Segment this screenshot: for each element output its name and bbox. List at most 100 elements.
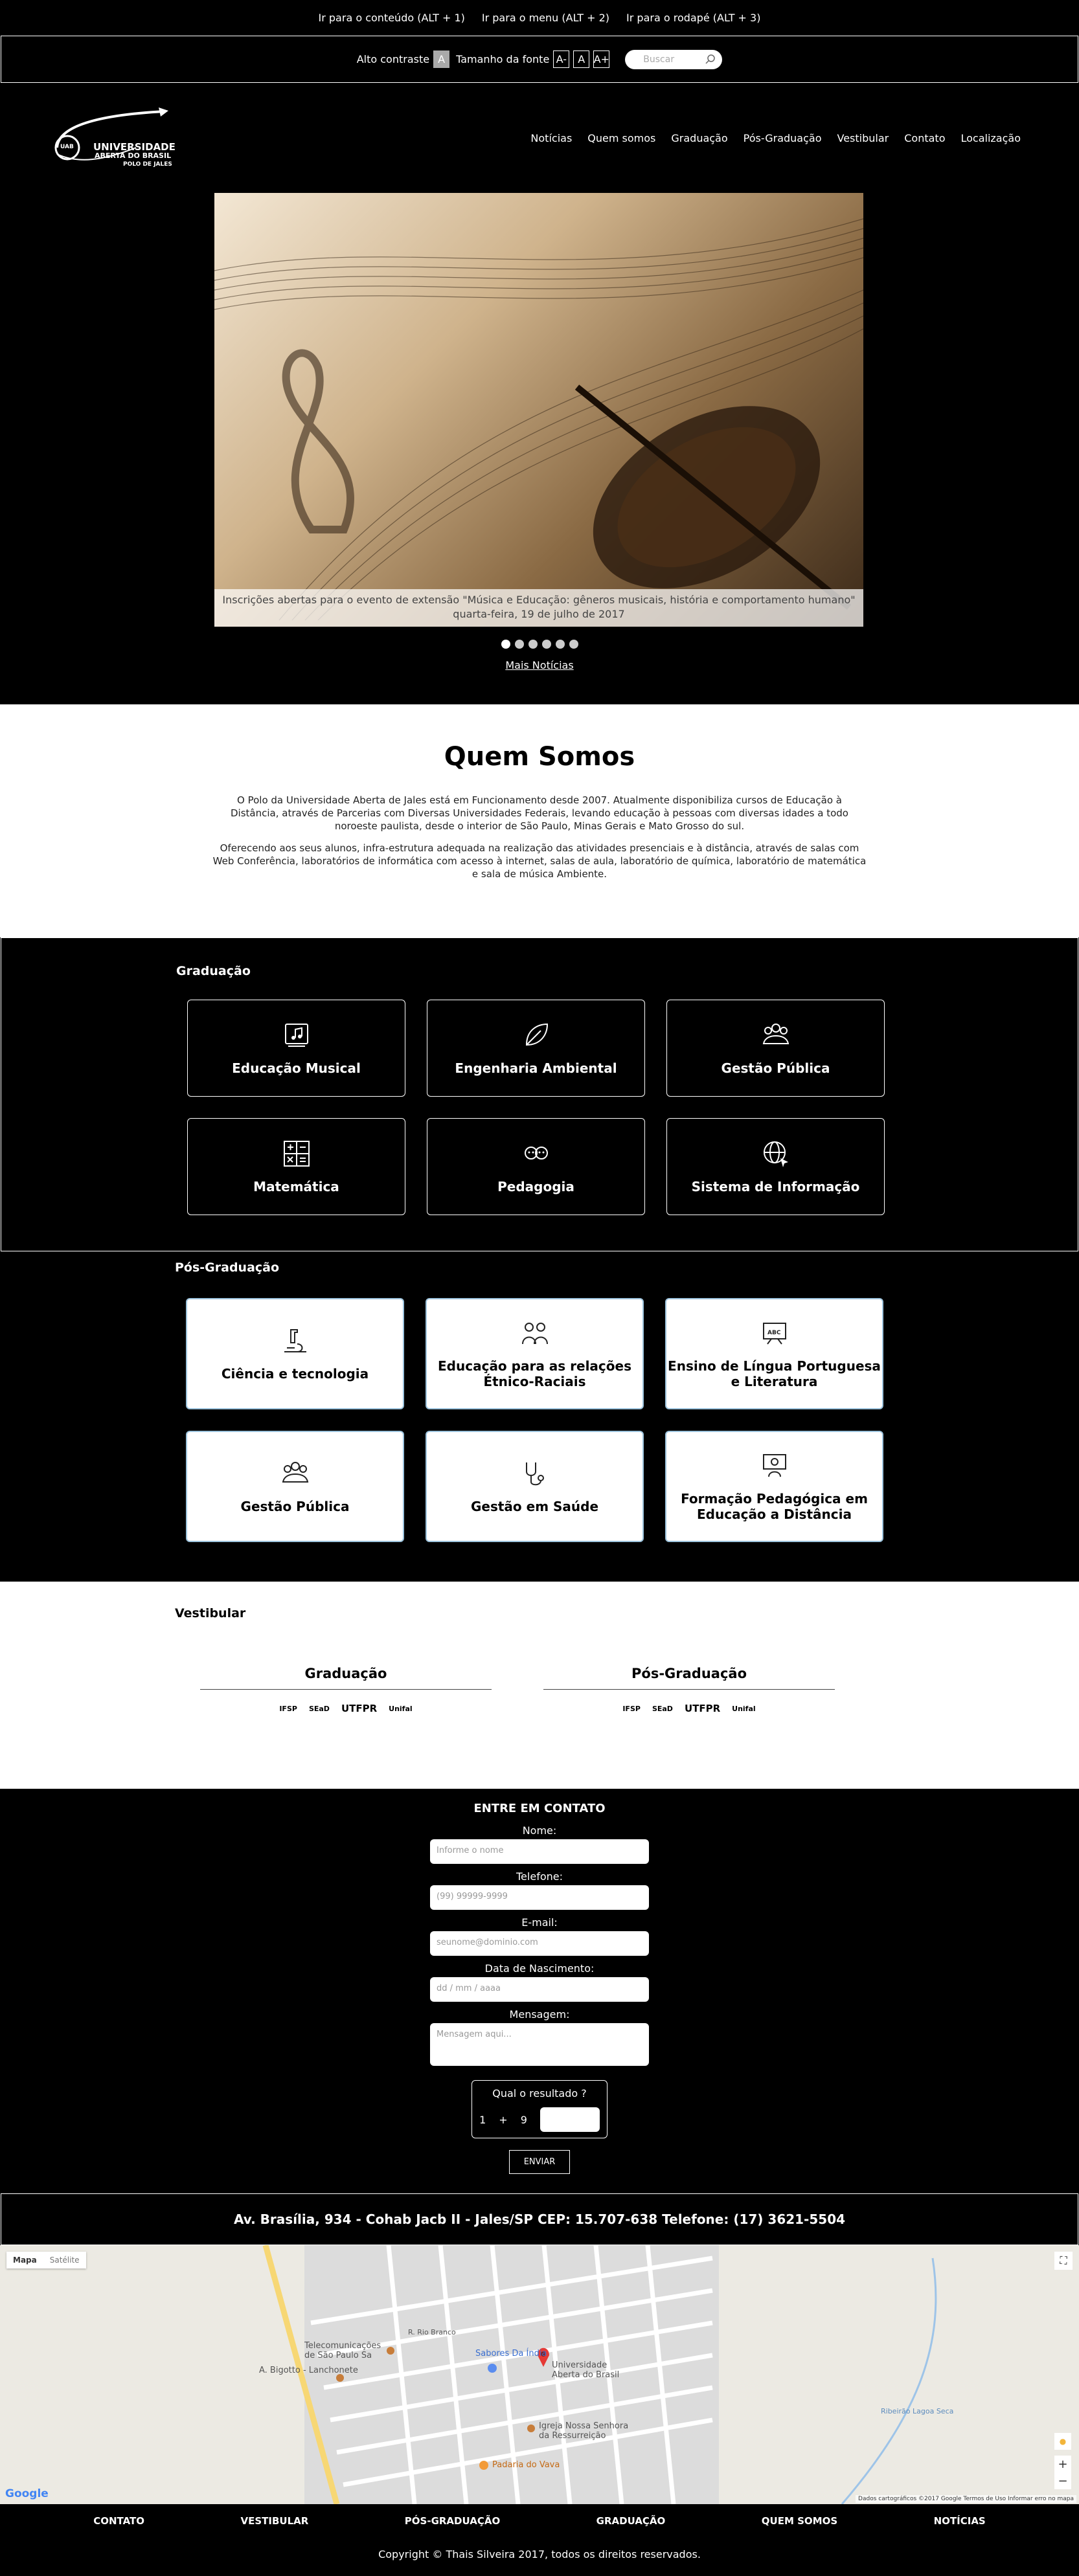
slider-dot[interactable]	[569, 640, 578, 649]
vestibular-title: Vestibular	[175, 1606, 246, 1620]
course-label: Ensino de Língua Portuguesa e Literatura	[668, 1358, 881, 1389]
graduacao-course-card[interactable]: Sistema de Informação	[666, 1118, 885, 1215]
email-input[interactable]: seunome@dominio.com	[430, 1931, 649, 1956]
nav-quem-somos[interactable]: Quem somos	[587, 132, 655, 144]
course-label: Engenharia Ambiental	[455, 1060, 617, 1076]
course-label: Matemática	[253, 1179, 339, 1194]
ifsp-logo: IFSP	[279, 1704, 297, 1713]
graduacao-course-card[interactable]: Matemática	[187, 1118, 405, 1215]
sead-logo: SEaD	[652, 1704, 673, 1713]
captcha-title: Qual o resultado ?	[492, 2087, 587, 2100]
pos-course-card[interactable]: Formação Pedagógica em Educação a Distân…	[665, 1431, 883, 1542]
google-map[interactable]: Mapa Satélite Telecomunicações de São Pa…	[0, 2245, 1079, 2504]
course-label: Pedagogia	[497, 1179, 574, 1194]
slider-dot[interactable]	[514, 640, 524, 649]
globe-cursor-icon	[763, 1141, 788, 1167]
children-icon	[524, 1147, 548, 1159]
copyright: Copyright © Thais Silveira 2017, todos o…	[378, 2548, 701, 2560]
font-increase-button[interactable]: A+	[593, 50, 610, 68]
fullscreen-icon[interactable]: ⛶	[1054, 2252, 1073, 2270]
nav-pos-graduacao[interactable]: Pós-Graduação	[744, 132, 822, 144]
vestibular-pos-title: Pós-Graduação	[543, 1666, 835, 1690]
nav-vestibular[interactable]: Vestibular	[837, 132, 889, 144]
font-reset-button[interactable]: A	[573, 50, 590, 68]
graduacao-course-card[interactable]: Gestão Pública	[666, 1000, 885, 1097]
slider-dot[interactable]	[528, 640, 538, 649]
footer-nav: CONTATO VESTIBULAR PÓS-GRADUAÇÃO GRADUAÇ…	[0, 2504, 1079, 2538]
utfpr-logo: UTFPR	[341, 1703, 378, 1714]
pos-course-card[interactable]: ABC Ensino de Língua Portuguesa e Literat…	[665, 1298, 883, 1409]
phone-input[interactable]: (99) 99999-9999	[430, 1885, 649, 1910]
footer-link-pos-graduacao[interactable]: PÓS-GRADUAÇÃO	[405, 2515, 500, 2527]
map-label-igreja[interactable]: Igreja Nossa Senhora da Ressurreição	[539, 2421, 636, 2441]
skip-to-content-link[interactable]: Ir para o conteúdo (ALT + 1)	[315, 9, 469, 27]
phone-label: Telefone:	[516, 1870, 563, 1883]
contact-section: ENTRE EM CONTATO Nome: Informe o nome Tel…	[0, 1789, 1079, 2193]
email-label: E-mail:	[521, 1916, 558, 1929]
slider-caption-title[interactable]: Inscrições abertas para o evento de exte…	[214, 593, 863, 607]
pos-course-card[interactable]: Gestão Pública	[186, 1431, 404, 1542]
map-label-telecom[interactable]: Telecomunicações de São Paulo Sa	[304, 2341, 389, 2360]
map-label-lanchonete[interactable]: A. Bigotto - Lanchonete	[259, 2366, 358, 2375]
slider-dot[interactable]	[501, 640, 510, 649]
footer-link-graduacao[interactable]: GRADUAÇÃO	[596, 2515, 666, 2527]
nav-contato[interactable]: Contato	[904, 132, 945, 144]
footer-link-contato[interactable]: CONTATO	[93, 2515, 144, 2527]
footer-link-vestibular[interactable]: VESTIBULAR	[241, 2515, 309, 2527]
vestibular-graduacao-title: Graduação	[200, 1666, 492, 1690]
graduacao-course-card[interactable]: Educação Musical	[187, 1000, 405, 1097]
message-textarea[interactable]: Mensagem aqui...	[430, 2023, 649, 2066]
stethoscope-icon	[525, 1462, 544, 1486]
uab-logo[interactable]: UAB UNIVERSIDADE ABERTA DO BRASIL POLO D…	[52, 102, 188, 174]
course-label: Gestão Pública	[240, 1499, 350, 1514]
font-decrease-button[interactable]: A-	[553, 50, 570, 68]
map-attribution[interactable]: Dados cartográficos ©2017 Google Termos …	[856, 2495, 1076, 2503]
footer-link-quem-somos[interactable]: QUEM SOMOS	[762, 2515, 837, 2527]
course-label: Sistema de Informação	[691, 1179, 860, 1194]
about-title: Quem Somos	[444, 742, 635, 772]
graduacao-title: Graduação	[176, 964, 251, 978]
graduacao-course-card[interactable]: Pedagogia	[427, 1118, 645, 1215]
birthdate-input[interactable]: dd / mm / aaaa	[430, 1977, 649, 2002]
map-tab-map[interactable]: Mapa	[6, 2252, 43, 2268]
nav-localizacao[interactable]: Localização	[960, 132, 1021, 144]
more-news-link[interactable]: Mais Notícias	[0, 659, 1079, 671]
high-contrast-button[interactable]: A	[433, 50, 450, 68]
about-paragraph-1: O Polo da Universidade Aberta de Jales e…	[231, 794, 848, 832]
slider-image[interactable]: Inscrições abertas para o evento de exte…	[214, 193, 863, 627]
people-icon	[762, 1024, 789, 1044]
nav-noticias[interactable]: Notícias	[530, 132, 572, 144]
captcha-op: +	[499, 2113, 508, 2126]
pos-course-card[interactable]: Gestão em Saúde	[426, 1431, 644, 1542]
slider-dot[interactable]	[555, 640, 565, 649]
name-label: Nome:	[522, 1824, 557, 1837]
nav-graduacao[interactable]: Graduação	[671, 132, 727, 144]
search-input[interactable]: Buscar	[625, 49, 723, 69]
captcha-answer-input[interactable]	[540, 2107, 600, 2132]
pos-graduacao-title: Pós-Graduação	[175, 1260, 280, 1275]
skip-to-menu-link[interactable]: Ir para o menu (ALT + 2)	[478, 9, 613, 27]
zoom-out-button[interactable]: −	[1054, 2472, 1071, 2489]
captcha-a: 1	[479, 2113, 486, 2126]
vestibular-graduacao[interactable]: Graduação IFSP SEaD UTFPR Unifal	[200, 1666, 492, 1714]
graduacao-course-card[interactable]: Engenharia Ambiental	[427, 1000, 645, 1097]
zoom-in-button[interactable]: +	[1054, 2456, 1071, 2472]
course-label: Gestão Pública	[721, 1060, 830, 1076]
pos-course-card[interactable]: Ciência e tecnologia	[186, 1298, 404, 1409]
map-label-sabores[interactable]: Sabores Da Índia	[475, 2349, 547, 2358]
news-slider-section: Inscrições abertas para o evento de exte…	[0, 193, 1079, 704]
footer-link-noticias[interactable]: NOTÍCIAS	[934, 2515, 986, 2527]
course-label: Educação para as relações Étnico-Raciais	[438, 1358, 631, 1389]
search-icon[interactable]	[705, 54, 716, 65]
vestibular-pos[interactable]: Pós-Graduação IFSP SEaD UTFPR Unifal	[543, 1666, 835, 1714]
slider-dot[interactable]	[541, 640, 551, 649]
map-label-padaria[interactable]: Padaria do Vava	[492, 2460, 560, 2470]
map-label-uab[interactable]: Universidade Aberta do Brasil	[552, 2360, 623, 2380]
pos-course-card[interactable]: Educação para as relações Étnico-Raciais	[426, 1298, 644, 1409]
map-tab-satellite[interactable]: Satélite	[43, 2252, 86, 2268]
send-button[interactable]: ENVIAR	[508, 2150, 571, 2174]
pegman-icon[interactable]: ●	[1054, 2433, 1071, 2450]
name-input[interactable]: Informe o nome	[430, 1839, 649, 1864]
skip-to-footer-link[interactable]: Ir para o rodapé (ALT + 3)	[622, 9, 764, 27]
search-placeholder: Buscar	[643, 54, 675, 65]
